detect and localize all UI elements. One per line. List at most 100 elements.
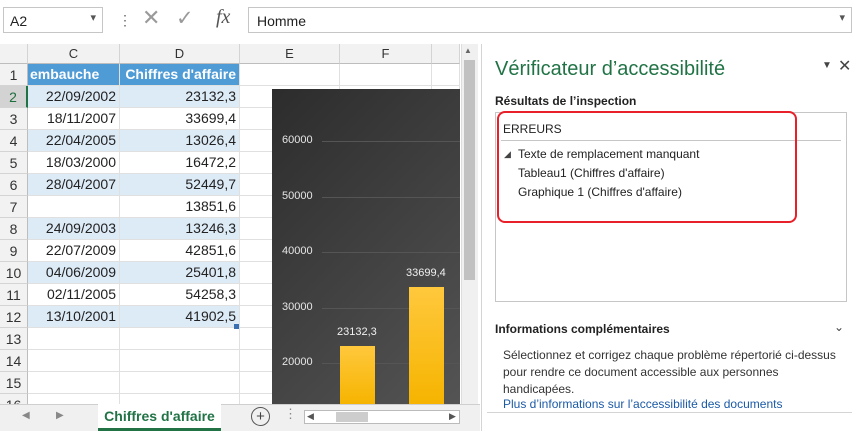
row-header[interactable]: 13 <box>0 328 28 350</box>
info-link[interactable]: Plus d’informations sur l’accessibilité … <box>503 397 782 411</box>
table-cell[interactable] <box>28 372 120 394</box>
scroll-right-icon[interactable]: ▶ <box>449 411 456 422</box>
table-cell[interactable]: embauche <box>28 64 120 86</box>
data-label: 33699,4 <box>406 266 446 279</box>
next-sheet-icon[interactable]: ▶ <box>56 410 64 421</box>
vertical-scroll-thumb[interactable] <box>464 60 475 280</box>
chevron-down-icon[interactable]: ⌄ <box>834 320 844 334</box>
row-header[interactable]: 3 <box>0 108 28 130</box>
table-cell[interactable]: 22/04/2005 <box>28 130 120 152</box>
chart-bar[interactable] <box>340 345 375 404</box>
table-cell[interactable] <box>120 328 240 350</box>
select-all-corner[interactable] <box>0 44 28 64</box>
table-cell[interactable]: 25401,8 <box>120 262 240 284</box>
table-cell[interactable]: 02/11/2005 <box>28 284 120 306</box>
more-options-icon[interactable]: ⋮ <box>118 12 132 29</box>
row-header[interactable]: 10 <box>0 262 28 284</box>
pane-title: Vérificateur d’accessibilité <box>495 58 726 80</box>
row-header[interactable]: 8 <box>0 218 28 240</box>
insert-function-icon[interactable]: fx <box>216 6 230 29</box>
results-label: Résultats de l’inspection <box>495 94 637 108</box>
row-header[interactable]: 4 <box>0 130 28 152</box>
table-cell[interactable]: 22/09/2002 <box>28 86 120 108</box>
table-cell[interactable]: 13246,3 <box>120 218 240 240</box>
table-cell[interactable]: 13/10/2001 <box>28 306 120 328</box>
row-header[interactable]: 6 <box>0 174 28 196</box>
table-cell[interactable]: Chiffres d'affaire <box>120 64 240 86</box>
table-cell[interactable] <box>120 350 240 372</box>
pane-options-icon[interactable]: ▼ <box>822 60 832 71</box>
cancel-icon[interactable]: ✕ <box>142 5 160 31</box>
table-cell[interactable] <box>28 394 120 404</box>
formula-value: Homme <box>257 13 307 29</box>
column-header-g[interactable] <box>432 44 460 64</box>
formula-input[interactable]: Homme ▾ <box>248 7 852 33</box>
y-tick-label: 40000 <box>282 245 313 257</box>
horizontal-scroll-thumb[interactable] <box>336 412 368 422</box>
column-header-f[interactable]: F <box>340 44 432 64</box>
highlight-annotation <box>497 111 797 223</box>
row-header[interactable]: 15 <box>0 372 28 394</box>
table-cell[interactable] <box>28 328 120 350</box>
table-cell[interactable]: 52449,7 <box>120 174 240 196</box>
tab-chiffres-daffaire[interactable]: Chiffres d'affaire <box>98 404 221 431</box>
table-resize-handle[interactable] <box>234 324 239 329</box>
table-cell[interactable]: 18/11/2007 <box>28 108 120 130</box>
table-cell[interactable] <box>340 64 432 86</box>
column-header-d[interactable]: D <box>120 44 240 64</box>
table-cell[interactable] <box>432 64 460 86</box>
y-tick-label: 50000 <box>282 189 313 202</box>
table-cell[interactable]: 24/09/2003 <box>28 218 120 240</box>
table-cell[interactable]: 41902,5 <box>120 306 240 328</box>
column-header-e[interactable]: E <box>240 44 340 64</box>
table-cell[interactable] <box>28 350 120 372</box>
table-cell[interactable]: 18/03/2000 <box>28 152 120 174</box>
row-header[interactable]: 1 <box>0 64 28 86</box>
row-header[interactable]: 11 <box>0 284 28 306</box>
row-header[interactable]: 7 <box>0 196 28 218</box>
add-sheet-icon[interactable]: + <box>251 407 270 426</box>
prev-sheet-icon[interactable]: ◀ <box>22 410 30 421</box>
table-cell[interactable]: 23132,3 <box>120 86 240 108</box>
table-cell[interactable]: 13851,6 <box>120 196 240 218</box>
bar-chart[interactable]: 60000 50000 40000 30000 20000 23132,3 33699,4 <box>272 89 460 404</box>
table-cell[interactable]: 28/04/2007 <box>28 174 120 196</box>
table-cell[interactable] <box>240 64 340 86</box>
chart-bar[interactable] <box>409 286 444 404</box>
name-box-value: A2 <box>10 13 28 29</box>
close-icon[interactable]: ✕ <box>838 56 851 76</box>
name-box[interactable]: A2 ▾ <box>3 7 103 33</box>
table-cell[interactable]: 22/07/2009 <box>28 240 120 262</box>
chevron-down-icon[interactable]: ▾ <box>90 11 96 24</box>
pane-scrollbar[interactable] <box>487 412 852 426</box>
row-header[interactable]: 2 <box>0 86 28 108</box>
y-tick-label: 30000 <box>282 300 313 313</box>
row-header[interactable]: 9 <box>0 240 28 262</box>
row-header[interactable]: 5 <box>0 152 28 174</box>
gridline <box>322 252 460 253</box>
horizontal-scrollbar[interactable] <box>304 410 460 424</box>
column-header-c[interactable]: C <box>28 44 120 64</box>
row-header[interactable]: 12 <box>0 306 28 328</box>
y-tick-label: 60000 <box>282 134 313 146</box>
table-cell[interactable]: 16472,2 <box>120 152 240 174</box>
info-label: Informations complémentaires <box>495 322 670 336</box>
table-cell[interactable]: 33699,4 <box>120 108 240 130</box>
table-cell[interactable]: 54258,3 <box>120 284 240 306</box>
row-header[interactable]: 14 <box>0 350 28 372</box>
table-cell[interactable] <box>120 394 240 404</box>
table-cell[interactable]: 04/06/2009 <box>28 262 120 284</box>
info-text: Sélectionnez et corrigez chaque problème… <box>503 348 836 396</box>
enter-icon[interactable]: ✓ <box>176 6 194 31</box>
gridline <box>322 196 460 198</box>
tab-split-icon[interactable]: ⋮ <box>284 406 297 422</box>
table-cell[interactable] <box>120 372 240 394</box>
table-cell[interactable] <box>28 196 120 218</box>
table-cell[interactable]: 13026,4 <box>120 130 240 152</box>
row-header[interactable]: 16 <box>0 394 28 404</box>
table-cell[interactable]: 42851,6 <box>120 240 240 262</box>
scroll-up-icon[interactable]: ▲ <box>464 46 472 55</box>
expand-formula-icon[interactable]: ▾ <box>839 11 845 24</box>
data-label: 23132,3 <box>337 325 377 338</box>
scroll-left-icon[interactable]: ◀ <box>307 411 314 422</box>
